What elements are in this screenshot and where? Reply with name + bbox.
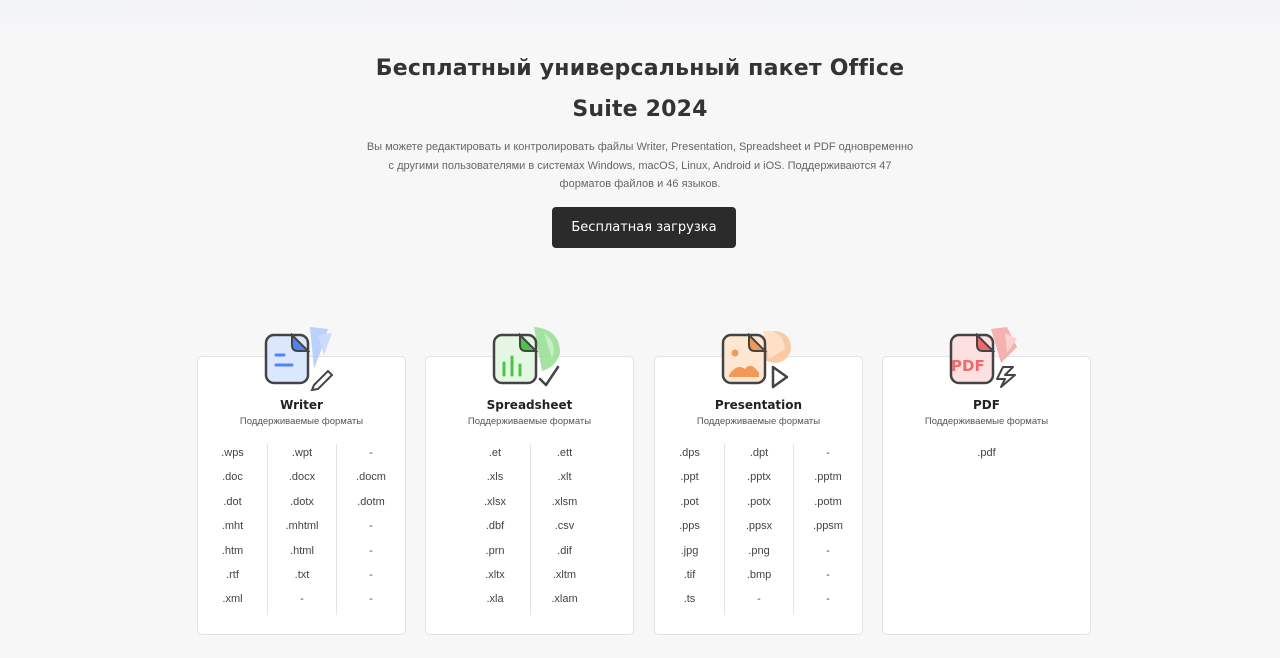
format-cell: .potm bbox=[814, 495, 842, 508]
format-cell: - bbox=[300, 593, 304, 606]
card-subtitle: Поддерживаемые форматы bbox=[696, 416, 821, 427]
card-title: Spreadsheet bbox=[486, 398, 573, 412]
format-cell: .pps bbox=[679, 520, 700, 533]
format-cell: - bbox=[369, 544, 373, 557]
format-grid: .et .xls .xlsx .dbf .prn .xltx .xla .ett .xlt .xl… bbox=[426, 444, 633, 615]
format-cell: .txt bbox=[294, 568, 310, 581]
format-cell: .xltm bbox=[552, 568, 577, 581]
format-cell: .xltx bbox=[485, 568, 505, 581]
format-cell: .doc bbox=[222, 471, 243, 484]
svg-text:PDF: PDF bbox=[951, 357, 985, 375]
card-subtitle: Поддерживаемые форматы bbox=[239, 416, 364, 427]
page-title: Бесплатный универсальный пакет Office Su… bbox=[340, 48, 940, 130]
format-cell: .dotx bbox=[290, 495, 314, 508]
format-cell: .wps bbox=[221, 447, 244, 459]
format-column: - .docm .dotm - - - - bbox=[336, 444, 405, 615]
format-cell: .docx bbox=[288, 471, 316, 484]
card-title: Writer bbox=[280, 398, 323, 412]
format-column: - .pptm .potm .ppsm - - - bbox=[793, 444, 862, 615]
format-column: .wps .doc .dot .mht .htm .rtf .xml bbox=[198, 444, 267, 615]
format-cell: - bbox=[369, 568, 373, 581]
format-column: .dpt .pptx .potx .ppsx .png .bmp - bbox=[724, 444, 793, 615]
format-cell: - bbox=[369, 520, 373, 533]
format-cell: .pot bbox=[680, 495, 699, 508]
description-line-2: с другими пользователями в системах Wind… bbox=[388, 159, 892, 172]
format-cell: .htm bbox=[221, 544, 244, 557]
page: Бесплатный универсальный пакет Office Su… bbox=[0, 0, 1280, 658]
format-column: .dps .ppt .pot .pps .jpg .tif .ts bbox=[655, 444, 724, 615]
card-subtitle: Поддерживаемые форматы bbox=[467, 416, 592, 427]
format-cell: .pptx bbox=[747, 471, 771, 484]
format-cell: .wpt bbox=[291, 447, 313, 459]
format-cell: .pdf bbox=[977, 447, 996, 459]
format-cell: .dps bbox=[679, 447, 700, 459]
writer-card: Writer Поддерживаемые форматы .wps .doc .d… bbox=[197, 327, 406, 635]
description-line-3: форматов файлов и 46 языков. bbox=[559, 178, 721, 190]
format-cell: .dotm bbox=[357, 495, 385, 508]
spreadsheet-card: Spreadsheet Поддерживаемые форматы .et .x… bbox=[425, 327, 634, 635]
format-cell: .xlsm bbox=[551, 495, 578, 508]
format-cell: - bbox=[757, 593, 761, 606]
format-column: .wpt .docx .dotx .mhtml .html .txt - bbox=[267, 444, 336, 615]
hero-description: Вы можете редактировать и контролировать… bbox=[350, 138, 930, 194]
format-cell: .prn bbox=[485, 544, 505, 557]
format-cell: .pptm bbox=[814, 471, 842, 484]
format-grid: .pdf bbox=[883, 444, 1090, 468]
format-cell: .tif bbox=[683, 568, 696, 581]
format-cell: .ppt bbox=[680, 471, 699, 484]
format-cell: - bbox=[826, 544, 830, 557]
format-cell: - bbox=[369, 447, 373, 459]
format-cell: .html bbox=[290, 544, 314, 557]
title-line-1: Бесплатный универсальный пакет Office bbox=[375, 56, 905, 81]
writer-document-icon bbox=[264, 327, 334, 391]
title-line-2: Suite 2024 bbox=[572, 97, 708, 122]
format-cell: .xml bbox=[222, 593, 243, 606]
format-cell: .dif bbox=[557, 544, 572, 557]
format-cell: .potx bbox=[747, 495, 771, 508]
format-cell: - bbox=[826, 593, 830, 606]
presentation-card: Presentation Поддерживаемые форматы .dps… bbox=[654, 330, 863, 635]
format-cell: .dot bbox=[223, 495, 242, 508]
format-cell: .mhtml bbox=[285, 520, 319, 533]
format-cell: .ts bbox=[683, 593, 696, 606]
format-cell: .xlam bbox=[551, 593, 578, 606]
pdf-card: PDF PDF Поддерживаемые форматы .pdf bbox=[882, 327, 1091, 635]
format-grid: .dps .ppt .pot .pps .jpg .tif .ts .dpt .pptx .pot… bbox=[655, 444, 862, 615]
format-cell: .xla bbox=[486, 593, 504, 606]
card-title: PDF bbox=[973, 398, 1000, 412]
format-cell: - bbox=[826, 447, 830, 459]
spreadsheet-chart-icon bbox=[492, 327, 560, 387]
free-download-button[interactable]: Бесплатная загрузка bbox=[552, 207, 736, 248]
format-cell: .ppsx bbox=[745, 520, 773, 533]
format-cell: .et bbox=[488, 447, 502, 459]
format-grid: .wps .doc .dot .mht .htm .rtf .xml .wpt .docx .do… bbox=[198, 444, 405, 615]
format-cell: - bbox=[369, 593, 373, 606]
format-cell: .bmp bbox=[746, 568, 772, 581]
format-cell: .csv bbox=[554, 520, 575, 533]
format-cell: .xlsx bbox=[484, 495, 506, 508]
format-column: .pdf bbox=[952, 444, 1021, 468]
format-cell: .xls bbox=[486, 471, 504, 484]
pdf-document-icon: PDF bbox=[949, 327, 1017, 388]
format-cell: .jpg bbox=[680, 544, 699, 557]
description-line-1: Вы можете редактировать и контролировать… bbox=[366, 141, 914, 153]
card-subtitle: Поддерживаемые форматы bbox=[924, 416, 1049, 427]
format-cell: .rtf bbox=[226, 568, 239, 581]
format-cell: .dpt bbox=[749, 447, 769, 459]
presentation-slide-icon bbox=[721, 330, 791, 389]
format-cell: .mht bbox=[221, 520, 244, 533]
format-cell: - bbox=[826, 568, 830, 581]
format-cell: .xlt bbox=[557, 471, 572, 484]
format-cell: .docm bbox=[356, 471, 386, 484]
format-cell: .dbf bbox=[485, 520, 505, 533]
format-column: .ett .xlt .xlsm .csv .dif .xltm .xlam bbox=[529, 444, 599, 615]
format-column: .et .xls .xlsx .dbf .prn .xltx .xla bbox=[461, 444, 530, 615]
format-cell: .png bbox=[748, 544, 770, 557]
format-cell: .ppsm bbox=[813, 520, 843, 533]
format-cell: .ett bbox=[556, 447, 573, 459]
card-title: Presentation bbox=[714, 398, 803, 412]
